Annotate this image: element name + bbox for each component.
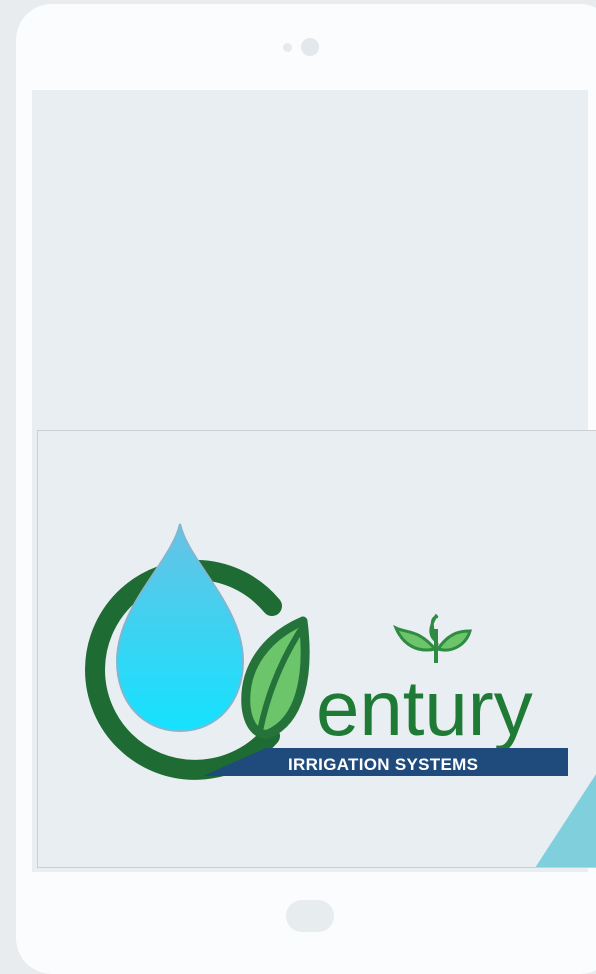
accent-triangle: [535, 774, 596, 867]
century-irrigation-logo: entury IRRIGATION SYSTEMS: [85, 523, 596, 867]
tagline: IRRIGATION SYSTEMS: [288, 755, 478, 774]
water-drop-icon: [115, 523, 245, 733]
sprout-icon: [393, 613, 472, 663]
brand-word: entury: [316, 664, 533, 752]
camera-sensor: [283, 43, 292, 52]
front-camera: [301, 38, 319, 56]
logo-image: entury IRRIGATION SYSTEMS: [37, 430, 596, 868]
home-button[interactable]: [286, 900, 334, 932]
